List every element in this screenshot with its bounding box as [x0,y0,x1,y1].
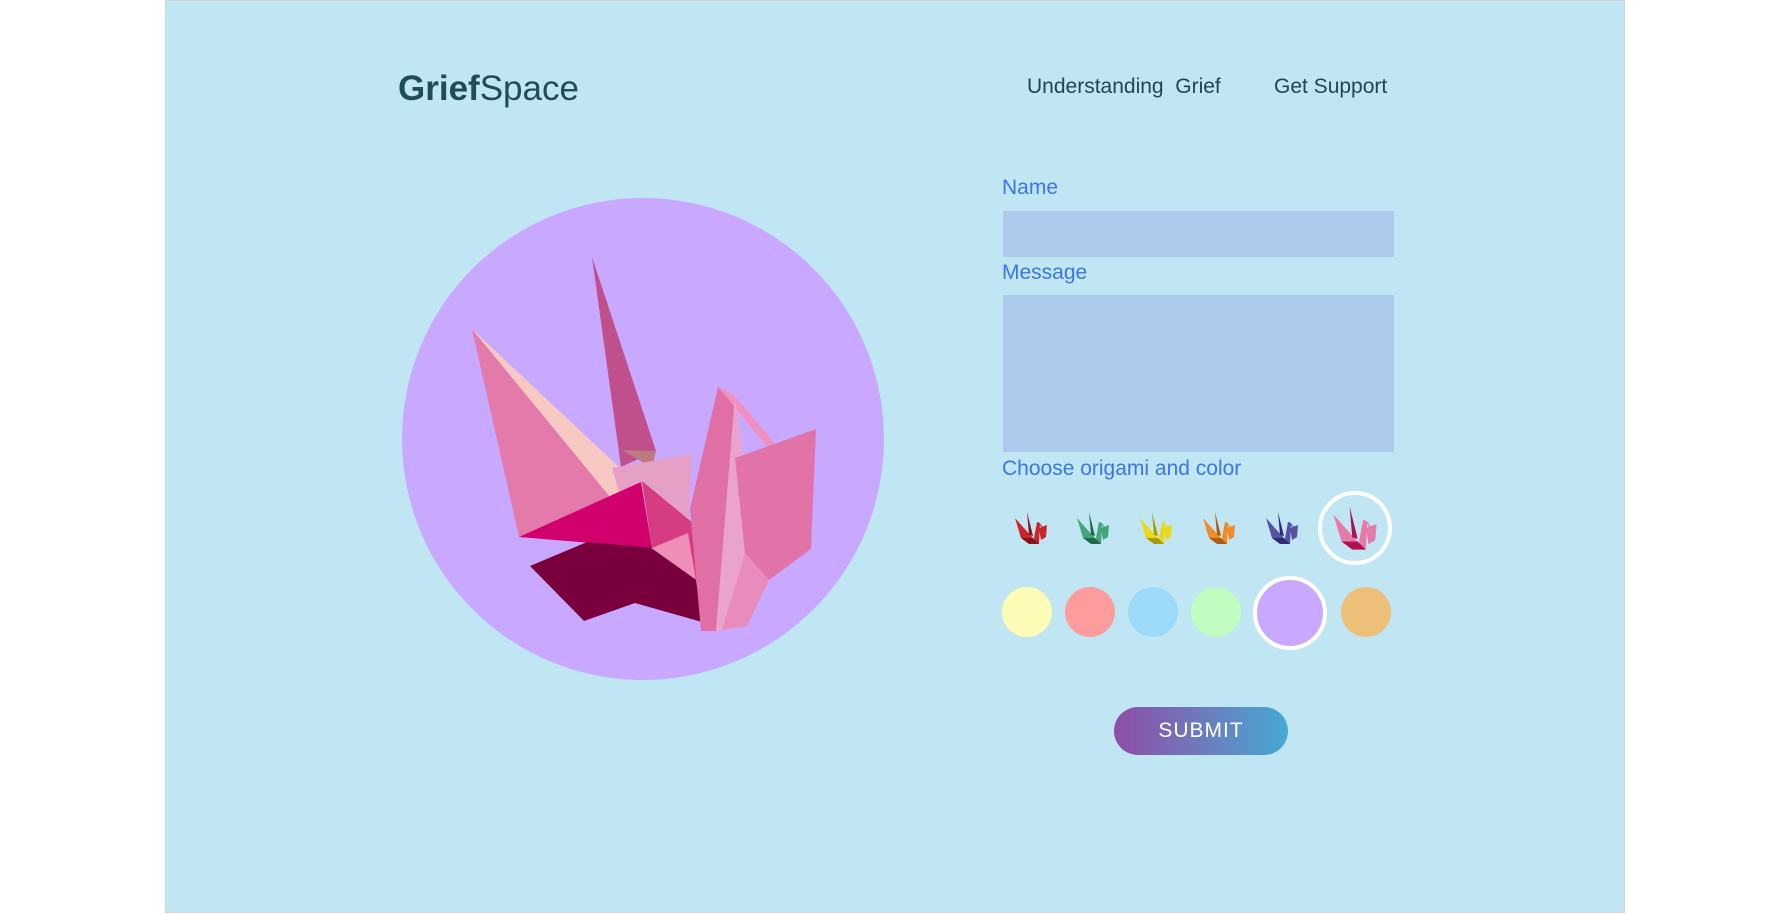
griefspace-logo[interactable]: GriefSpace [398,69,579,109]
color-swatch-mint-green[interactable] [1191,587,1241,637]
color-swatch-salmon[interactable] [1065,587,1115,637]
crane-icon [1266,512,1298,544]
origami-option-orange[interactable] [1194,503,1244,553]
origami-option-pink[interactable] [1318,491,1392,565]
choose-origami-label: Choose origami and color [1002,457,1242,480]
origami-option-yellow[interactable] [1131,503,1181,553]
origami-option-red[interactable] [1006,503,1056,553]
color-swatch-peach[interactable] [1341,587,1391,637]
origami-preview-circle [402,198,884,680]
logo-part-space: Space [479,69,579,108]
color-swatch-lavender[interactable] [1253,576,1327,650]
origami-crane-icon [402,198,884,680]
logo-part-grief: Grief [398,69,480,108]
message-label: Message [1002,261,1088,284]
page-container: GriefSpace Understanding Grief Get Suppo… [165,0,1625,913]
crane-icon [1333,506,1377,550]
color-swatch-light-yellow[interactable] [1002,587,1052,637]
color-swatch-sky-blue[interactable] [1128,587,1178,637]
crane-icon [1015,512,1047,544]
origami-option-indigo[interactable] [1257,503,1307,553]
nav-link-understanding-grief[interactable]: Understanding Grief [1027,75,1221,99]
nav-link-get-support[interactable]: Get Support [1274,75,1387,99]
crane-icon [1140,512,1172,544]
name-label: Name [1002,176,1059,199]
submit-button[interactable]: SUBMIT [1114,707,1288,755]
origami-option-green[interactable] [1068,503,1118,553]
name-input[interactable] [1003,211,1394,257]
crane-icon [1077,512,1109,544]
message-textarea[interactable] [1003,295,1394,452]
crane-icon [1203,512,1235,544]
